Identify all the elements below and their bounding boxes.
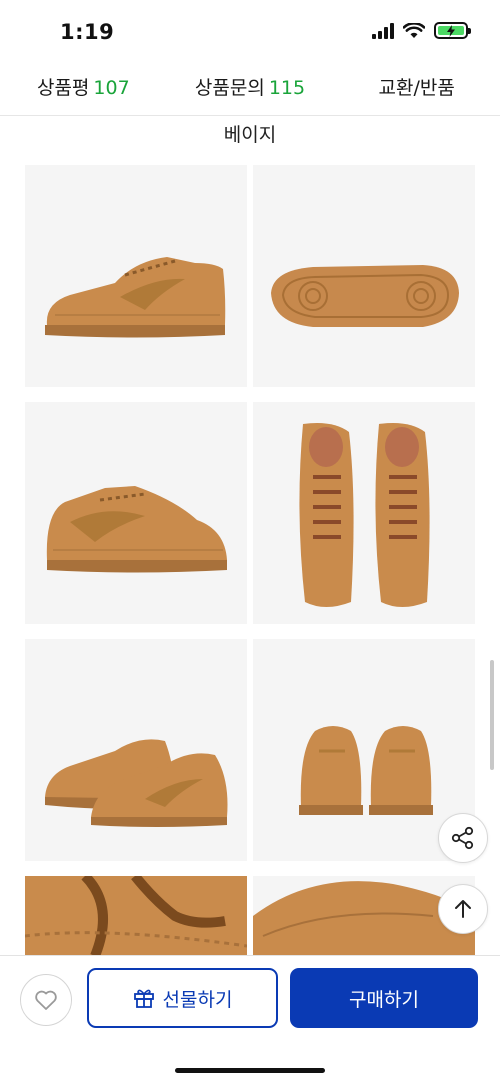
cellular-signal-icon xyxy=(372,22,394,39)
tab-inquiries-count: 115 xyxy=(268,77,306,99)
share-button[interactable] xyxy=(438,813,488,863)
tab-inquiries[interactable]: 상품문의 115 xyxy=(167,64,334,115)
sneaker-pair-angle-view-icon xyxy=(45,739,228,827)
sneaker-side-view-icon xyxy=(45,257,226,338)
sneaker-laces-closeup-icon xyxy=(25,876,247,956)
product-image-laces-detail[interactable] xyxy=(25,876,247,956)
gift-icon xyxy=(133,989,154,1008)
sneaker-side-view-icon xyxy=(46,486,228,573)
scroll-indicator[interactable] xyxy=(490,660,494,770)
tab-exchange-return-label: 교환/반품 xyxy=(378,77,455,99)
tab-reviews-count: 107 xyxy=(93,77,130,99)
heart-icon xyxy=(35,990,57,1010)
gift-button-label: 선물하기 xyxy=(162,988,233,1011)
status-bar: 1:19 xyxy=(0,0,500,64)
product-image-side-alt[interactable] xyxy=(25,402,247,624)
buy-button-label: 구매하기 xyxy=(349,988,419,1011)
sneaker-top-view-icon xyxy=(299,423,430,607)
product-image-pair[interactable] xyxy=(25,639,247,861)
gift-button[interactable]: 선물하기 xyxy=(87,968,278,1028)
tab-inquiries-label: 상품문의 xyxy=(194,77,265,99)
tab-reviews[interactable]: 상품평 107 xyxy=(0,64,167,115)
status-time: 1:19 xyxy=(60,20,115,44)
like-button[interactable] xyxy=(20,974,72,1026)
product-image-outsole[interactable] xyxy=(253,165,475,387)
wifi-icon xyxy=(403,22,425,38)
sneaker-outsole-view-icon xyxy=(271,265,459,327)
home-indicator xyxy=(175,1068,325,1073)
status-icons xyxy=(372,22,471,39)
arrow-up-icon xyxy=(455,900,471,918)
scroll-top-button[interactable] xyxy=(438,884,488,934)
product-image-top[interactable] xyxy=(253,402,475,624)
color-label: 베이지 xyxy=(223,124,277,146)
battery-icon xyxy=(434,22,471,39)
product-image-side[interactable] xyxy=(25,165,247,387)
bottom-action-bar: 선물하기 구매하기 xyxy=(0,955,500,1082)
share-icon xyxy=(451,826,474,850)
tab-exchange-return[interactable]: 교환/반품 xyxy=(333,64,500,115)
detail-tab-bar: 상품평 107 상품문의 115 교환/반품 xyxy=(0,64,500,116)
tab-reviews-label: 상품평 xyxy=(36,77,90,99)
buy-button[interactable]: 구매하기 xyxy=(290,968,478,1028)
